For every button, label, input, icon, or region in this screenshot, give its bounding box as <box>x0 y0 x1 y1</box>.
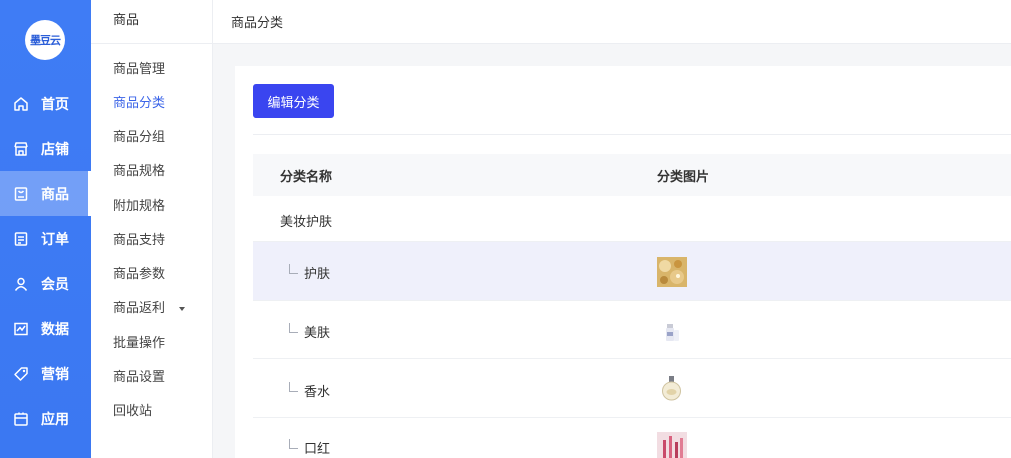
tree-branch-icon <box>289 382 298 392</box>
table-row[interactable]: 香水 <box>253 359 1011 418</box>
home-icon <box>13 96 29 112</box>
nav-label: 营销 <box>41 366 69 383</box>
nav-item-apps[interactable]: 应用 <box>0 396 91 441</box>
main-nav: 墨豆云 首页 店铺 商品 订单 会员 数据 营销 应用 <box>0 0 91 458</box>
sub-item-goods-group[interactable]: 商品分组 <box>113 128 203 148</box>
sub-item-extra-spec[interactable]: 附加规格 <box>113 197 203 217</box>
breadcrumb: 商品分类 <box>231 16 284 31</box>
table-header: 分类名称 分类图片 <box>253 154 1011 196</box>
logo[interactable]: 墨豆云 <box>25 20 65 60</box>
edit-category-button[interactable]: 编辑分类 <box>253 84 334 118</box>
nav-item-goods[interactable]: 商品 <box>0 171 91 216</box>
subnav-title: 商品 <box>91 0 213 44</box>
table-row[interactable]: 美妆护肤 <box>253 196 1011 242</box>
nav-label: 会员 <box>41 276 69 293</box>
data-icon <box>13 321 29 337</box>
nav-item-marketing[interactable]: 营销 <box>0 351 91 396</box>
nav-label: 首页 <box>41 96 69 113</box>
table-row[interactable]: 口红 <box>253 418 1011 458</box>
category-name: 护肤 <box>304 267 331 282</box>
sub-item-goods-settings[interactable]: 商品设置 <box>113 368 203 388</box>
tag-icon <box>13 366 29 382</box>
nav-item-home[interactable]: 首页 <box>0 81 91 126</box>
page-header: 商品分类 <box>213 0 1011 44</box>
category-name: 口红 <box>304 442 331 457</box>
category-name: 美妆护肤 <box>280 215 333 230</box>
perfume-image[interactable] <box>657 373 687 403</box>
nav-label: 数据 <box>41 321 69 338</box>
nav-label: 应用 <box>41 411 69 428</box>
nav-label: 订单 <box>41 231 69 248</box>
sub-item-recycle-bin[interactable]: 回收站 <box>113 402 203 422</box>
nav-item-data[interactable]: 数据 <box>0 306 91 351</box>
member-icon <box>13 276 29 292</box>
beauty-image[interactable] <box>657 318 687 348</box>
goods-icon <box>13 186 29 202</box>
sub-item-goods-category[interactable]: 商品分类 <box>113 94 203 114</box>
lipstick-image[interactable] <box>657 432 687 458</box>
divider <box>253 134 1011 135</box>
nav-item-order[interactable]: 订单 <box>0 216 91 261</box>
nav-item-member[interactable]: 会员 <box>0 261 91 306</box>
sub-item-goods-spec[interactable]: 商品规格 <box>113 162 203 182</box>
category-card: 编辑分类 分类名称 分类图片 美妆护肤 护肤 美肤 香水 口红 <box>235 66 1011 458</box>
column-header-image: 分类图片 <box>657 170 710 185</box>
sub-item-batch[interactable]: 批量操作 <box>113 334 203 354</box>
store-icon <box>13 141 29 157</box>
nav-label: 商品 <box>41 186 69 203</box>
order-icon <box>13 231 29 247</box>
nav-label: 店铺 <box>41 141 69 158</box>
skincare-image[interactable] <box>657 257 687 287</box>
sub-item-goods-manage[interactable]: 商品管理 <box>113 60 203 80</box>
sub-item-goods-rebate[interactable]: 商品返利 <box>113 299 203 319</box>
category-name: 香水 <box>304 385 331 400</box>
logo-text: 墨豆云 <box>30 34 61 47</box>
table-row[interactable]: 护肤 <box>253 242 1011 301</box>
app-icon <box>13 411 29 427</box>
nav-item-store[interactable]: 店铺 <box>0 126 91 171</box>
tree-branch-icon <box>289 264 298 274</box>
table-row[interactable]: 美肤 <box>253 301 1011 359</box>
caret-down-icon <box>179 307 185 311</box>
sub-nav: 商品 商品管理 商品分类 商品分组 商品规格 附加规格 商品支持 商品参数 商品… <box>91 0 213 458</box>
tree-branch-icon <box>289 439 298 449</box>
sub-item-label: 商品返利 <box>113 301 166 316</box>
sub-item-goods-params[interactable]: 商品参数 <box>113 265 203 285</box>
category-name: 美肤 <box>304 326 331 341</box>
column-header-name: 分类名称 <box>280 170 333 185</box>
sub-item-goods-support[interactable]: 商品支持 <box>113 231 203 251</box>
tree-branch-icon <box>289 323 298 333</box>
